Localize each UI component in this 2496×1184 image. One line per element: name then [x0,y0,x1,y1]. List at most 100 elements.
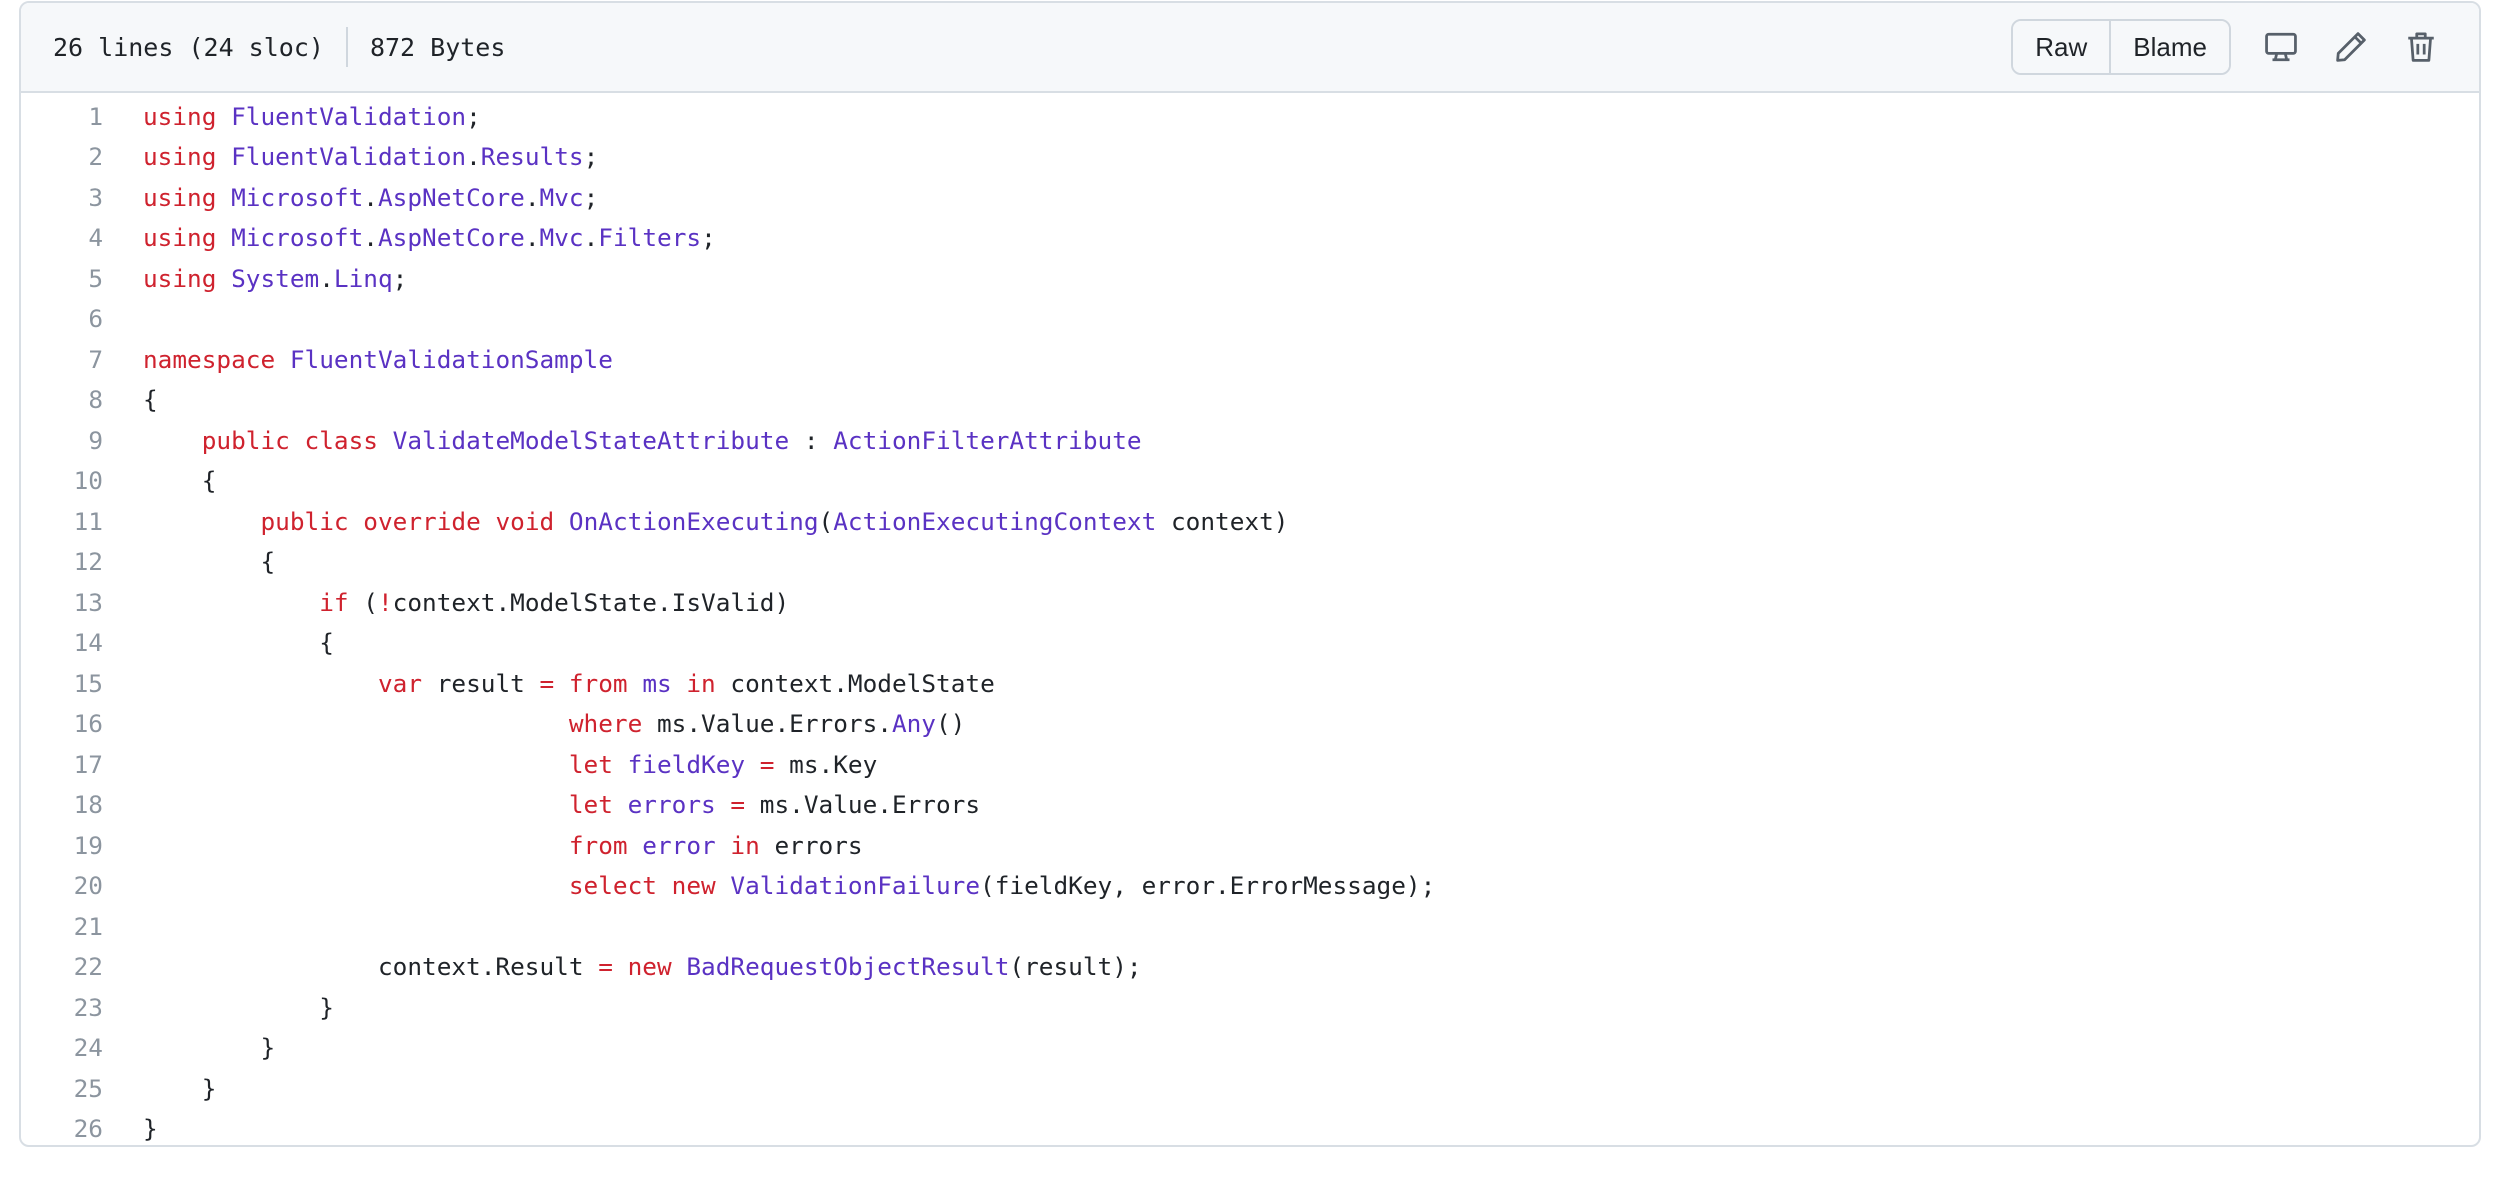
line-number[interactable]: 11 [21,507,143,536]
identifier-token: BadRequestObjectResult [686,952,1010,982]
line-number[interactable]: 3 [21,183,143,212]
plain-token: result [422,668,540,698]
line-content: select new ValidationFailure(fieldKey, e… [143,871,1435,900]
line-content: using FluentValidation.Results; [143,142,598,171]
plain-token: { [143,385,158,415]
code-line: 19 from error in errors [21,825,2479,866]
keyword-token: using [143,223,217,253]
keyword-token: class [304,425,378,455]
blame-button[interactable]: Blame [2109,21,2229,73]
plain-token: ; [466,101,481,131]
plain-token: . [524,182,540,212]
line-number[interactable]: 4 [21,223,143,252]
line-number[interactable]: 18 [21,790,143,819]
identifier-token: Microsoft [231,182,364,212]
line-number[interactable]: 7 [21,345,143,374]
plain-token: errors [759,830,863,860]
line-number[interactable]: 6 [21,304,143,333]
keyword-token: from [568,668,628,698]
line-number[interactable]: 10 [21,466,143,495]
identifier-token: FluentValidationSample [289,344,613,374]
line-content: context.Result = new BadRequestObjectRes… [143,952,1142,981]
line-number[interactable]: 17 [21,750,143,779]
plain-token: { [143,466,217,496]
line-number[interactable]: 12 [21,547,143,576]
keyword-token: public [201,425,290,455]
keyword-token: in [730,830,760,860]
line-number[interactable]: 26 [21,1114,143,1143]
line-number[interactable]: 21 [21,912,143,941]
line-number[interactable]: 20 [21,871,143,900]
identifier-token: Microsoft [231,223,364,253]
line-number[interactable]: 15 [21,669,143,698]
line-number[interactable]: 2 [21,142,143,171]
plain-token: { [143,628,334,658]
keyword-token: let [568,790,613,820]
keyword-token: var [377,668,423,698]
plain-token: } [143,1033,276,1063]
keyword-token: = [598,952,613,982]
plain-token: } [143,992,334,1022]
identifier-token: ValidationFailure [730,871,981,901]
plain-token: ( [818,506,834,536]
code-line: 10 { [21,461,2479,502]
line-content: using System.Linq; [143,264,407,293]
line-content: where ms.Value.Errors.Any() [143,709,966,738]
line-number[interactable]: 22 [21,952,143,981]
line-content: var result = from ms in context.ModelSta… [143,669,995,698]
line-number[interactable]: 23 [21,993,143,1022]
identifier-token: ms [642,668,672,698]
plain-token: ( [348,587,378,617]
raw-button[interactable]: Raw [2013,21,2110,73]
plain-token: } [143,1073,217,1103]
line-number[interactable]: 14 [21,628,143,657]
line-number[interactable]: 16 [21,709,143,738]
keyword-token: = [730,790,746,820]
line-content: } [143,1114,158,1143]
line-content: let fieldKey = ms.Key [143,750,877,779]
keyword-token: select [568,871,657,901]
identifier-token: Linq [333,263,393,293]
line-number[interactable]: 9 [21,426,143,455]
line-number[interactable]: 5 [21,264,143,293]
code-line: 14 { [21,623,2479,664]
code-line: 15 var result = from ms in context.Model… [21,663,2479,704]
keyword-token: if [319,587,349,617]
file-size: 872 Bytes [369,32,506,62]
plain-token: } [143,1114,158,1144]
line-number[interactable]: 24 [21,1033,143,1062]
desktop-icon[interactable] [2261,27,2301,67]
identifier-token: Results [480,142,584,172]
code-line: 22 context.Result = new BadRequestObject… [21,947,2479,988]
plain-token: context.Result [143,952,599,982]
plain-token: : [789,425,834,455]
identifier-token: OnActionExecuting [568,506,819,536]
line-number[interactable]: 13 [21,588,143,617]
line-count: 26 lines (24 sloc) [53,32,324,62]
line-number[interactable]: 25 [21,1074,143,1103]
line-content: namespace FluentValidationSample [143,345,613,374]
line-number[interactable]: 8 [21,385,143,414]
pencil-icon[interactable] [2331,27,2371,67]
keyword-token: void [495,506,555,536]
line-content: { [143,385,158,414]
line-number[interactable]: 1 [21,102,143,131]
keyword-token: using [143,142,217,172]
trash-icon[interactable] [2401,27,2441,67]
line-number[interactable]: 19 [21,831,143,860]
code-line: 4 using Microsoft.AspNetCore.Mvc.Filters; [21,218,2479,259]
